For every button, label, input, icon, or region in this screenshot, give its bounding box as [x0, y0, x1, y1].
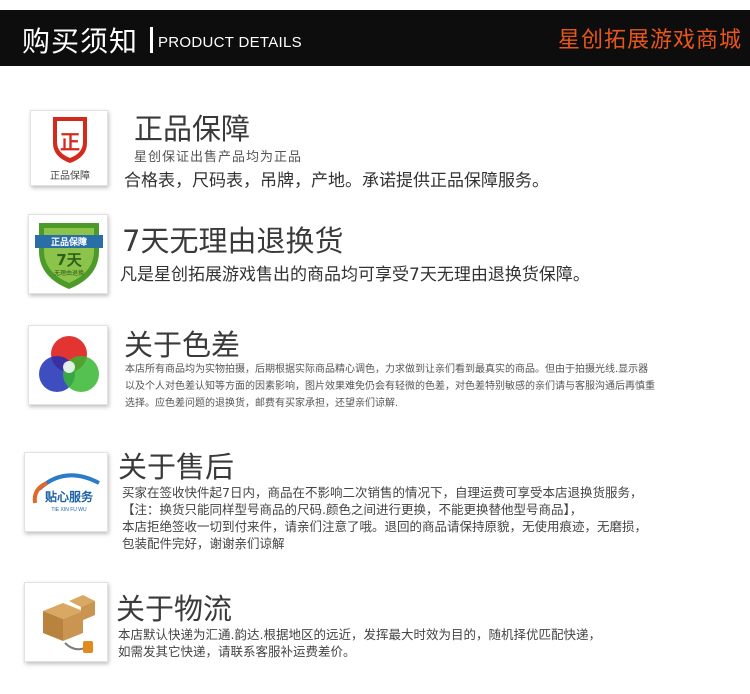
svg-text:无理由退换: 无理由退换	[54, 269, 84, 277]
aftersales-text-line: 包装配件完好，谢谢亲们谅解	[122, 536, 285, 551]
color-text-line: 选择。应色差问题的退换货，邮费有买家承担，还望亲们谅解.	[125, 398, 399, 409]
shop-name[interactable]: 星创拓展游戏商城	[558, 22, 742, 54]
svg-text:正: 正	[60, 130, 80, 154]
shield-icon: 正 正品保障	[50, 117, 90, 182]
return-text: 凡是星创拓展游戏售出的商品均可享受7天无理由退换货保障。	[120, 265, 590, 285]
section-title-color: 关于色差	[124, 328, 241, 362]
authentic-guarantee-icon: 正 正品保障	[30, 110, 108, 186]
service-logo-icon: 贴心服务 TIE XIN FU WU	[32, 473, 100, 513]
svg-text:正品保障: 正品保障	[51, 236, 87, 248]
after-sales-icon: 贴心服务 TIE XIN FU WU	[24, 452, 108, 532]
section-title-return: 7天无理由退换货	[122, 224, 344, 258]
color-text-line: 以及个人对色差认知等方面的因素影响，图片效果难免仍会有轻微的色差，对色差特别敏感…	[125, 381, 655, 392]
green-shield-icon: 正品保障 7天 无理由退换	[35, 223, 103, 289]
svg-text:7天: 7天	[56, 251, 82, 269]
title-divider	[150, 27, 153, 53]
svg-text:贴心服务: 贴心服务	[45, 489, 94, 504]
svg-text:TIE XIN FU WU: TIE XIN FU WU	[51, 507, 87, 513]
page-subtitle: PRODUCT DETAILS	[158, 34, 302, 51]
authentic-text: 合格表，尺码表，吊牌，产地。承诺提供正品保障服务。	[124, 171, 549, 191]
header-banner: 购买须知 PRODUCT DETAILS 星创拓展游戏商城	[0, 10, 750, 66]
section-title-aftersales: 关于售后	[118, 450, 235, 484]
section-title-authentic: 正品保障	[134, 112, 251, 146]
section-title-logistics: 关于物流	[116, 592, 233, 626]
return-policy-icon: 正品保障 7天 无理由退换	[28, 214, 108, 294]
color-difference-icon	[28, 325, 108, 405]
boxes-icon	[43, 595, 95, 653]
page-title: 购买须知	[22, 25, 139, 58]
color-text-line: 本店所有商品均为实物拍摄，后期根据实际商品精心调色，力求做到让亲们看到最真实的商…	[125, 364, 649, 375]
authentic-subtitle: 星创保证出售产品均为正品	[134, 150, 303, 165]
svg-text:正品保障: 正品保障	[50, 169, 90, 182]
logistics-text-line: 如需发其它快递，请联系客服补运费差价。	[118, 644, 356, 659]
logistics-icon	[24, 582, 108, 662]
rgb-circles-icon	[39, 336, 99, 392]
